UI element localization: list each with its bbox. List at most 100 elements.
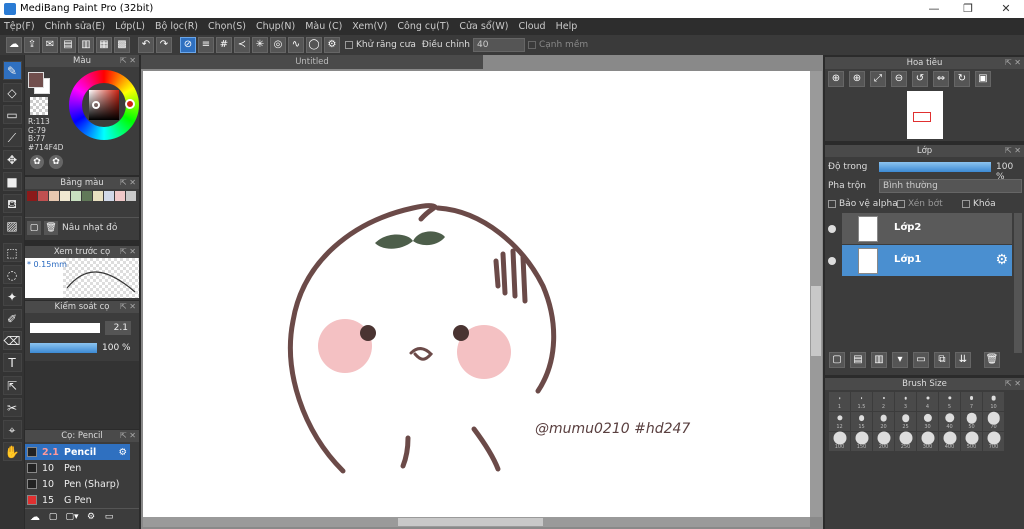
menu-color[interactable]: Màu (C) — [305, 21, 342, 32]
snap-parallel-icon[interactable]: ≡ — [198, 37, 214, 53]
brush-size-preset[interactable]: 20 — [873, 412, 894, 431]
brush-item[interactable]: 2.1 Pencil ⚙ — [25, 444, 130, 460]
duplicate-layer-icon[interactable]: ⧉ — [934, 352, 950, 368]
menu-help[interactable]: Help — [556, 21, 578, 32]
brush-opacity-slider[interactable] — [30, 343, 97, 353]
snap-off-icon[interactable]: ⊘ — [180, 37, 196, 53]
brush-tool-icon[interactable]: ✎ — [2, 61, 22, 80]
adjust-dropdown[interactable]: 40 — [472, 38, 525, 52]
brush-size-preset[interactable]: 10 — [983, 392, 1004, 411]
antialias-checkbox[interactable] — [345, 40, 353, 49]
menu-file[interactable]: Tệp(F) — [4, 21, 35, 32]
document-tab[interactable]: Untitled — [141, 55, 483, 69]
brush-size-preset[interactable]: 700 — [983, 431, 1004, 451]
brush-size-preset[interactable]: 50 — [961, 412, 982, 431]
eraser-tool-icon[interactable]: ◇ — [2, 83, 22, 103]
menu-select[interactable]: Chọn(S) — [208, 21, 246, 32]
text-tool-icon[interactable]: T — [2, 353, 22, 373]
palette-swatch[interactable] — [115, 191, 125, 201]
line-tool-icon[interactable]: ⟋ — [2, 127, 22, 147]
shape-tool-icon[interactable]: ▭ — [2, 105, 22, 125]
new-layer-menu-icon[interactable]: ▾ — [892, 352, 908, 368]
magic-wand-tool-icon[interactable]: ✦ — [2, 286, 22, 306]
snap-curve-icon[interactable]: ∿ — [288, 37, 304, 53]
zoom-in-alt-icon[interactable]: ⊕ — [849, 71, 865, 87]
brush-size-preset[interactable]: 15 — [851, 412, 872, 431]
palette-swatch[interactable] — [27, 191, 37, 201]
comic-icon[interactable]: ▤ — [60, 37, 76, 53]
fit-icon[interactable]: ⤢ — [870, 71, 886, 87]
comment-icon[interactable]: ✉ — [42, 37, 58, 53]
brush-size-preset[interactable]: 30 — [917, 412, 938, 431]
palette-swatch[interactable] — [38, 191, 48, 201]
select-pen-tool-icon[interactable]: ✐ — [2, 309, 22, 329]
select-eraser-tool-icon[interactable]: ⌫ — [2, 331, 22, 351]
page-icon[interactable]: ▥ — [78, 37, 94, 53]
menu-layer[interactable]: Lớp(L) — [115, 21, 145, 32]
snap-circle-icon[interactable]: ◎ — [270, 37, 286, 53]
new-8bit-layer-icon[interactable]: ▥ — [871, 352, 887, 368]
new-halftone-layer-icon[interactable]: ▤ — [850, 352, 866, 368]
cloud-icon[interactable]: ☁ — [6, 37, 22, 53]
snap-vanish-icon[interactable]: ≺ — [234, 37, 250, 53]
add-brush-icon[interactable]: ▢ — [46, 512, 60, 526]
brush-item[interactable]: 10 Pen — [25, 460, 130, 476]
brush-size-preset[interactable]: 4 — [917, 392, 938, 411]
flip-icon[interactable]: ⇔ — [933, 71, 949, 87]
eyedropper-tool-icon[interactable]: ⌖ — [2, 420, 22, 439]
snap-settings-icon[interactable]: ⚙ — [324, 37, 340, 53]
brush-size-preset[interactable]: 500 — [961, 431, 982, 451]
brush-size-preset[interactable]: 100 — [829, 431, 850, 451]
palette-settings-icon[interactable]: ✿ — [49, 155, 63, 169]
navigator-thumbnail[interactable] — [907, 91, 943, 139]
minimize-button[interactable]: — — [916, 0, 952, 18]
lock-checkbox[interactable] — [962, 199, 970, 208]
zoom-out-icon[interactable]: ⊖ — [891, 71, 907, 87]
grid-icon[interactable]: ▩ — [114, 37, 130, 53]
bucket-tool-icon[interactable]: ⛾ — [2, 194, 22, 214]
brush-size-preset[interactable]: 5 — [939, 392, 960, 411]
brush-item[interactable]: 15 G Pen — [25, 492, 130, 508]
brush-gear-icon[interactable]: ⚙ — [118, 447, 127, 458]
menu-window[interactable]: Cửa sổ(W) — [459, 21, 508, 32]
color-cursor[interactable] — [92, 101, 100, 109]
brush-size-preset[interactable]: 200 — [873, 431, 894, 451]
lasso-tool-icon[interactable]: ◌ — [2, 264, 22, 284]
soft-edge-checkbox[interactable] — [527, 40, 536, 49]
brush-size-preset[interactable]: 400 — [939, 431, 960, 451]
layer-visibility-icon[interactable] — [828, 257, 836, 265]
menu-edit[interactable]: Chỉnh sửa(E) — [45, 21, 106, 32]
delete-layer-icon[interactable]: 🗑 — [984, 352, 1000, 368]
zoom-in-icon[interactable]: ⊕ — [828, 71, 844, 87]
clipping-checkbox[interactable] — [897, 199, 905, 208]
snap-grid-icon[interactable]: # — [216, 37, 232, 53]
new-layer-icon[interactable]: ▢ — [829, 352, 845, 368]
palette-swatch[interactable] — [93, 191, 103, 201]
brush-size-preset[interactable]: 1.5 — [851, 392, 872, 411]
menu-snap[interactable]: Chụp(N) — [256, 21, 295, 32]
color-wheel[interactable] — [69, 70, 139, 140]
gradient-tool-icon[interactable]: ▨ — [2, 216, 22, 236]
layer-row[interactable]: Lớp2 — [842, 213, 1012, 244]
transparent-color-swatch[interactable] — [30, 97, 48, 115]
menu-view[interactable]: Xem(V) — [352, 21, 387, 32]
new-folder-icon[interactable]: ▭ — [913, 352, 929, 368]
rotate-left-icon[interactable]: ↺ — [912, 71, 928, 87]
brush-size-preset[interactable]: 40 — [939, 412, 960, 431]
menu-tools[interactable]: Công cụ(T) — [397, 21, 449, 32]
add-brush-menu-icon[interactable]: ▢▾ — [64, 512, 80, 526]
hand-tool-icon[interactable]: ✋ — [2, 442, 22, 462]
layer-row[interactable]: Lớp1 ⚙ — [842, 245, 1012, 276]
palette-add-icon[interactable]: ✿ — [30, 155, 44, 169]
fill-rect-tool-icon[interactable]: ■ — [2, 171, 22, 191]
palette-swatch[interactable] — [71, 191, 81, 201]
layer-visibility-icon[interactable] — [828, 225, 836, 233]
alpha-protect-checkbox[interactable] — [828, 199, 836, 208]
cloud-brush-icon[interactable]: ☁ — [28, 512, 42, 526]
brush-size-preset[interactable]: 2 — [873, 392, 894, 411]
delete-color-icon[interactable]: 🗑 — [44, 220, 58, 235]
vertical-scrollbar[interactable] — [810, 71, 822, 517]
palette-swatch[interactable] — [104, 191, 114, 201]
merge-layer-icon[interactable]: ⇊ — [955, 352, 971, 368]
brush-size-preset[interactable]: 1 — [829, 392, 850, 411]
